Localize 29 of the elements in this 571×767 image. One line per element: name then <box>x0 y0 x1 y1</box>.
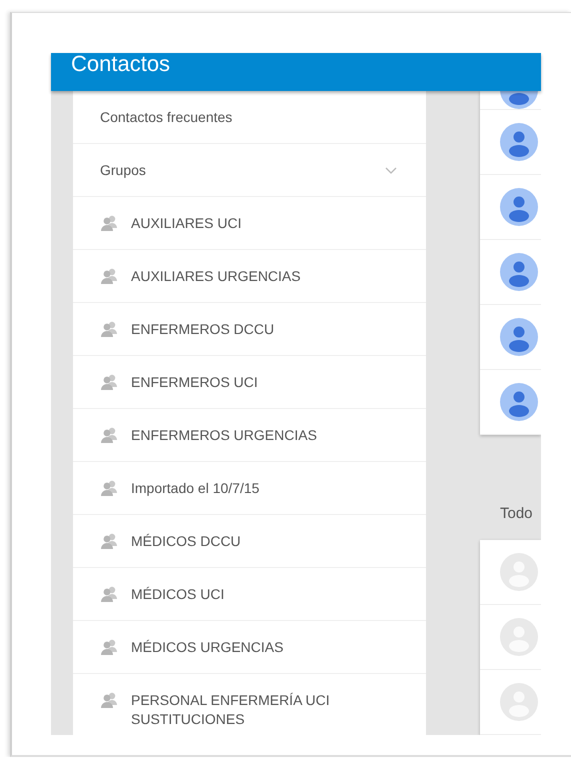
sidebar-item[interactable]: Contactos frecuentes <box>73 91 426 144</box>
group-icon <box>100 690 120 710</box>
avatar-icon <box>500 253 538 291</box>
group-item[interactable]: MÉDICOS UCI <box>73 568 426 621</box>
group-item[interactable]: Importado el 10/7/15 <box>73 462 426 515</box>
group-icon <box>100 478 120 498</box>
group-icon <box>100 319 120 339</box>
avatar-icon <box>500 123 538 161</box>
avatar-icon <box>500 383 538 421</box>
group-icon <box>100 584 120 604</box>
group-item[interactable]: MÉDICOS URGENCIAS <box>73 621 426 674</box>
avatar-icon <box>500 318 538 356</box>
group-icon <box>100 425 120 445</box>
group-icon <box>100 266 120 286</box>
group-header[interactable]: Grupos <box>73 144 426 197</box>
section-label: Todo <box>500 505 533 522</box>
group-icon <box>100 637 120 657</box>
group-item[interactable]: ENFERMEROS DCCU <box>73 303 426 356</box>
group-item[interactable]: ENFERMEROS UCI <box>73 356 426 409</box>
group-icon <box>100 372 120 392</box>
group-item[interactable]: ENFERMEROS URGENCIAS <box>73 409 426 462</box>
group-item[interactable]: PERSONAL ENFERMERÍA UCI SUSTITUCIONES <box>73 674 426 735</box>
group-item[interactable]: MÉDICOS DCCU <box>73 515 426 568</box>
avatar-icon <box>500 188 538 226</box>
header-title: Contactos <box>71 50 170 78</box>
group-icon <box>100 531 120 551</box>
group-item[interactable]: AUXILIARES UCI <box>73 197 426 250</box>
group-item[interactable]: AUXILIARES URGENCIAS <box>73 250 426 303</box>
group-icon <box>100 213 120 233</box>
